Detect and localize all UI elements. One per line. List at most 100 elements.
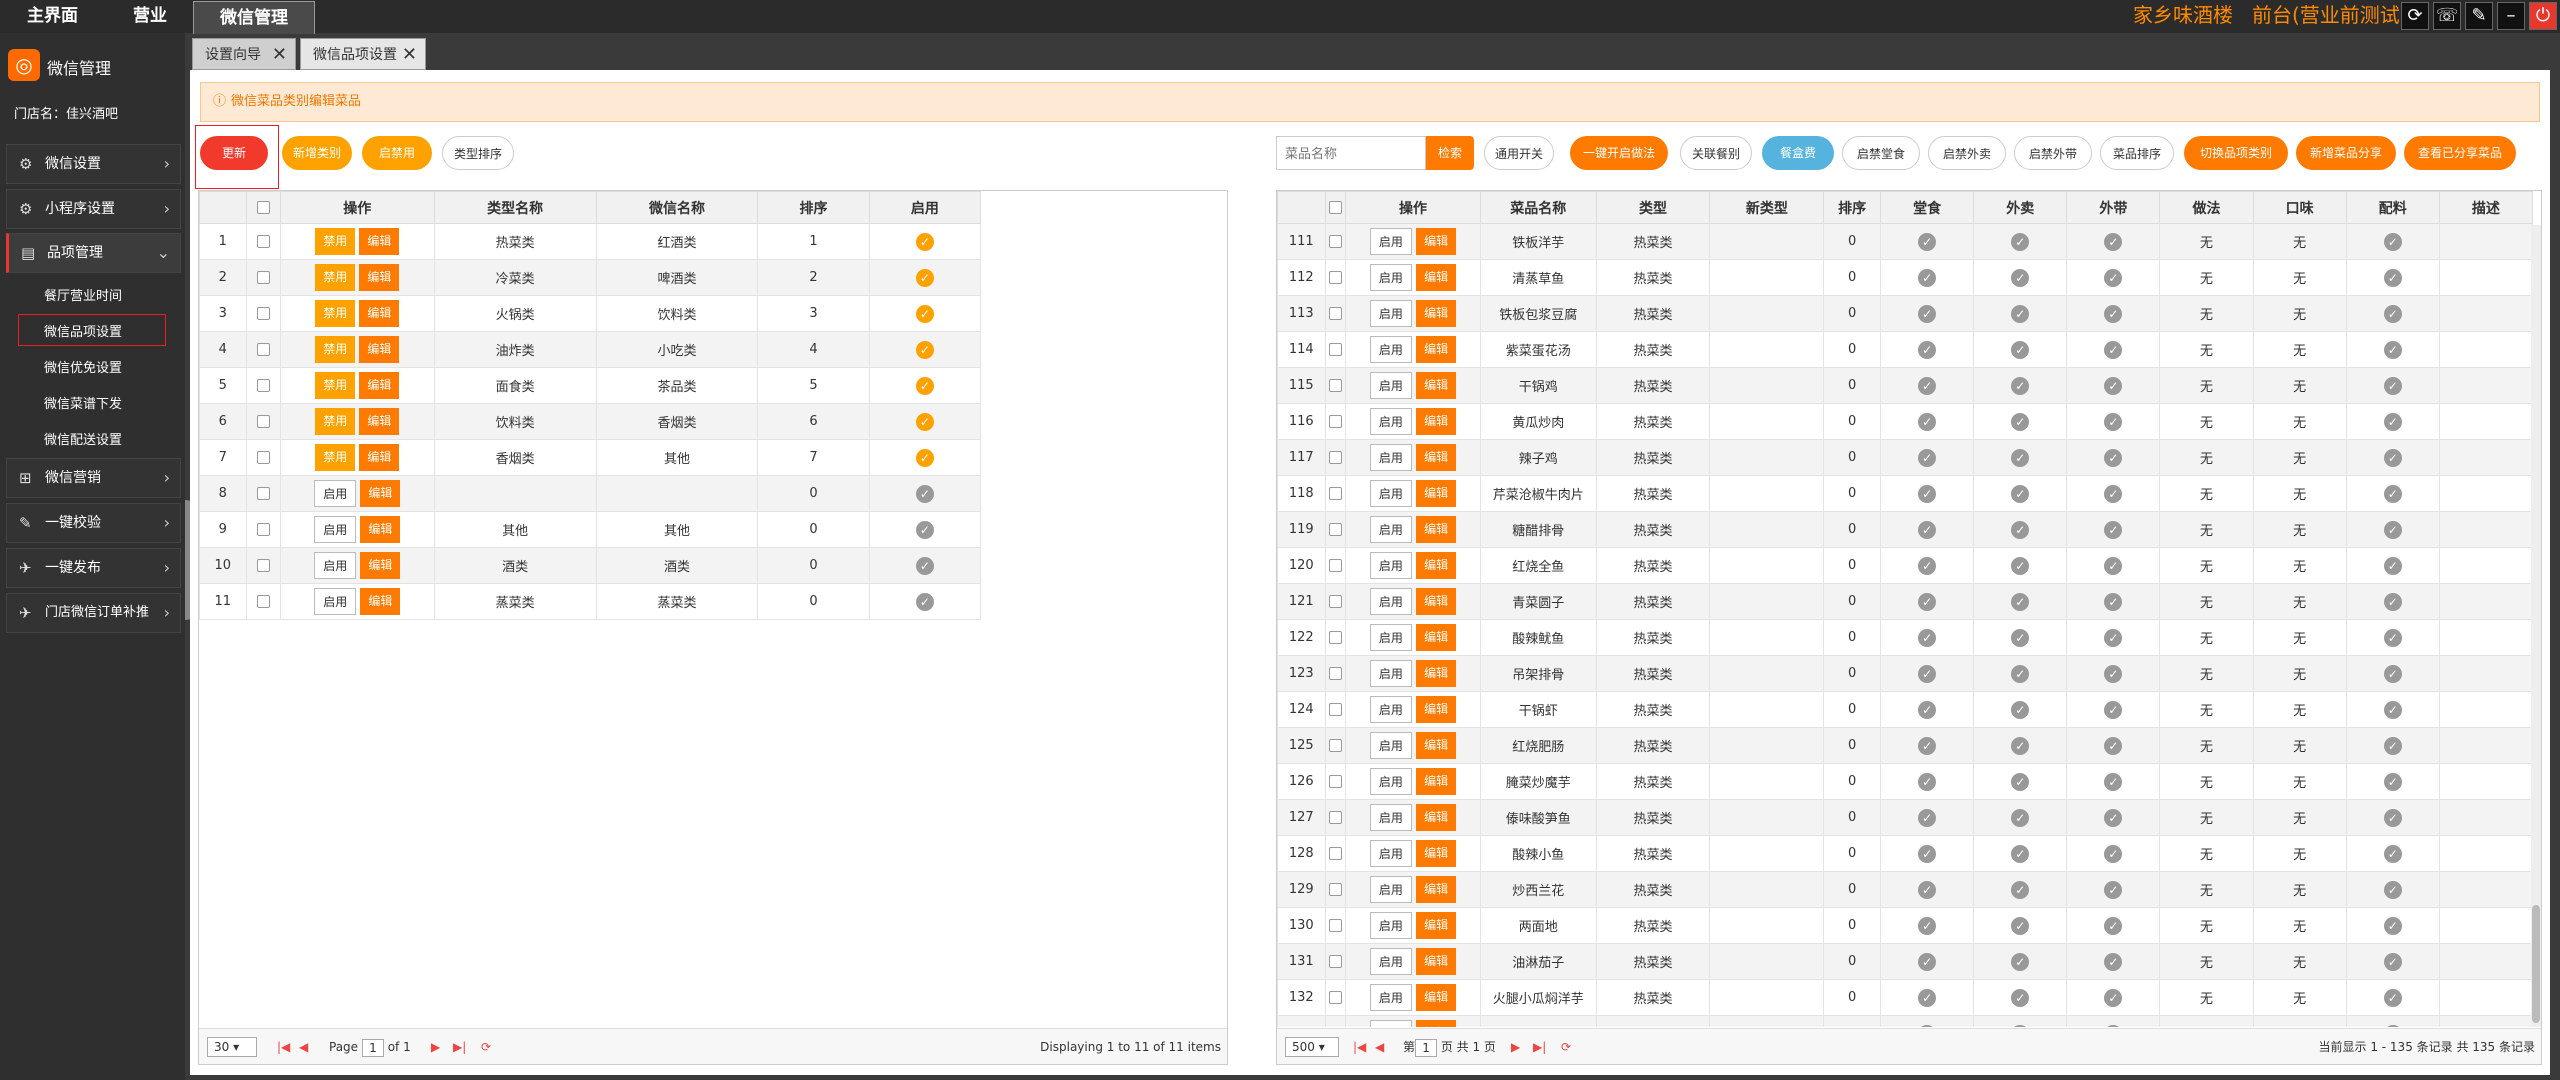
- disable-button[interactable]: 禁用: [315, 336, 356, 363]
- check-circle-icon[interactable]: ✓: [2011, 232, 2030, 251]
- refresh-icon[interactable]: ⟳: [2401, 2, 2429, 30]
- check-circle-icon[interactable]: ✓: [2383, 1024, 2402, 1027]
- check-circle-icon[interactable]: ✓: [2383, 952, 2402, 971]
- check-circle-icon[interactable]: ✓: [1918, 376, 1937, 395]
- enable-button[interactable]: 启用: [1369, 336, 1412, 363]
- check-circle-icon[interactable]: ✓: [2383, 376, 2402, 395]
- edit-button[interactable]: 编辑: [1416, 840, 1457, 867]
- check-circle-icon[interactable]: ✓: [2011, 340, 2030, 359]
- row-checkbox[interactable]: [1328, 775, 1342, 788]
- enable-button[interactable]: 启用: [1369, 264, 1412, 291]
- minimize-icon[interactable]: –: [2497, 2, 2525, 30]
- enable-button[interactable]: 启用: [1369, 876, 1412, 903]
- check-circle-icon[interactable]: ✓: [1918, 412, 1937, 431]
- edit-button[interactable]: 编辑: [1416, 264, 1457, 291]
- select-all-checkbox[interactable]: [1328, 201, 1342, 214]
- edit-button[interactable]: 编辑: [359, 336, 400, 363]
- edit-button[interactable]: 编辑: [360, 552, 401, 579]
- check-circle-icon[interactable]: ✓: [2104, 232, 2123, 251]
- general-switch-button[interactable]: 通用开关: [1484, 136, 1554, 170]
- check-circle-icon[interactable]: ✓: [1918, 1024, 1937, 1027]
- check-circle-icon[interactable]: ✓: [2383, 448, 2402, 467]
- search-button[interactable]: 检索: [1426, 136, 1474, 170]
- row-checkbox[interactable]: [256, 451, 270, 464]
- box-fee-button[interactable]: 餐盒费: [1762, 136, 1834, 170]
- page-input[interactable]: 1: [1415, 1038, 1438, 1057]
- check-circle-icon[interactable]: ✓: [1918, 808, 1937, 827]
- check-circle-icon[interactable]: ✓: [2011, 952, 2030, 971]
- edit-button[interactable]: 编辑: [1416, 732, 1457, 759]
- row-checkbox[interactable]: [1328, 343, 1342, 356]
- row-checkbox[interactable]: [256, 559, 270, 572]
- check-circle-icon[interactable]: ✓: [2011, 700, 2030, 719]
- check-circle-icon[interactable]: ✓: [2104, 880, 2123, 899]
- close-icon[interactable]: ✕: [402, 39, 417, 71]
- check-circle-icon[interactable]: ✓: [2104, 808, 2123, 827]
- edit-button[interactable]: 编辑: [1416, 228, 1457, 255]
- check-circle-icon[interactable]: ✓: [1918, 952, 1937, 971]
- check-circle-icon[interactable]: ✓: [2383, 484, 2402, 503]
- sidebar-sub-discount[interactable]: 微信优免设置: [44, 357, 122, 376]
- disable-button[interactable]: 禁用: [315, 228, 356, 255]
- check-circle-icon[interactable]: ✓: [2104, 736, 2123, 755]
- enable-button[interactable]: 启用: [1369, 696, 1412, 723]
- sidebar-item-publish[interactable]: ✈ 一键发布 ›: [6, 548, 181, 588]
- check-circle-icon[interactable]: ✓: [2104, 988, 2123, 1007]
- check-circle-icon[interactable]: ✓: [2104, 664, 2123, 683]
- row-checkbox[interactable]: [1328, 703, 1342, 716]
- row-checkbox[interactable]: [1328, 919, 1342, 932]
- sidebar-item-marketing[interactable]: ⊞ 微信营销 ›: [6, 458, 181, 498]
- sidebar-item-order-push[interactable]: ✈ 门店微信订单补推 ›: [6, 593, 181, 633]
- enable-button[interactable]: 启用: [314, 552, 357, 579]
- check-circle-icon[interactable]: ✓: [915, 412, 934, 431]
- edit-button[interactable]: 编辑: [1416, 1020, 1457, 1027]
- scrollbar-thumb[interactable]: [2532, 905, 2540, 1023]
- check-circle-icon[interactable]: ✓: [2383, 736, 2402, 755]
- check-circle-icon[interactable]: ✓: [1918, 844, 1937, 863]
- check-circle-icon[interactable]: ✓: [1918, 880, 1937, 899]
- enable-button[interactable]: 启用: [314, 480, 357, 507]
- check-circle-icon[interactable]: ✓: [1918, 592, 1937, 611]
- select-all-checkbox[interactable]: [256, 201, 270, 214]
- row-checkbox[interactable]: [1328, 991, 1342, 1004]
- check-circle-icon[interactable]: ✓: [1918, 556, 1937, 575]
- sidebar-item-product-management[interactable]: ▤ 品项管理 ⌄: [6, 233, 181, 273]
- edit-button[interactable]: 编辑: [1416, 480, 1457, 507]
- prev-page-icon[interactable]: ◀: [1375, 1029, 1384, 1064]
- check-circle-icon[interactable]: ✓: [2383, 628, 2402, 647]
- row-checkbox[interactable]: [1328, 235, 1342, 248]
- enable-button[interactable]: 启用: [1369, 516, 1412, 543]
- row-checkbox[interactable]: [256, 343, 270, 356]
- enable-methods-button[interactable]: 一键开启做法: [1570, 136, 1668, 170]
- check-circle-icon[interactable]: ✓: [1918, 520, 1937, 539]
- row-checkbox[interactable]: [256, 415, 270, 428]
- row-checkbox[interactable]: [256, 523, 270, 536]
- edit-button[interactable]: 编辑: [1416, 552, 1457, 579]
- edit-button[interactable]: 编辑: [1416, 408, 1457, 435]
- edit-button[interactable]: 编辑: [1416, 516, 1457, 543]
- add-share-button[interactable]: 新增菜品分享: [2296, 136, 2396, 170]
- enable-button[interactable]: 启用: [1369, 624, 1412, 651]
- check-circle-icon[interactable]: ✓: [2383, 556, 2402, 575]
- enable-button[interactable]: 启用: [1369, 840, 1412, 867]
- edit-button[interactable]: 编辑: [360, 588, 401, 615]
- check-circle-icon[interactable]: ✓: [1918, 448, 1937, 467]
- disable-button[interactable]: 禁用: [315, 264, 356, 291]
- check-circle-icon[interactable]: ✓: [2104, 700, 2123, 719]
- edit-button[interactable]: 编辑: [1416, 372, 1457, 399]
- row-checkbox[interactable]: [1328, 955, 1342, 968]
- enable-button[interactable]: 启用: [1369, 768, 1412, 795]
- page-size-select[interactable]: 500 ▾: [1285, 1037, 1339, 1057]
- dish-sort-button[interactable]: 菜品排序: [2100, 136, 2174, 170]
- check-circle-icon[interactable]: ✓: [915, 304, 934, 323]
- prev-page-icon[interactable]: ◀: [299, 1029, 308, 1065]
- check-circle-icon[interactable]: ✓: [2011, 736, 2030, 755]
- toggle-dinein-button[interactable]: 启禁堂食: [1842, 136, 1920, 170]
- row-checkbox[interactable]: [1328, 847, 1342, 860]
- edit-button[interactable]: 编辑: [1416, 624, 1457, 651]
- page-input[interactable]: 1: [361, 1038, 384, 1057]
- check-circle-icon[interactable]: ✓: [2383, 520, 2402, 539]
- check-circle-icon[interactable]: ✓: [2383, 592, 2402, 611]
- check-circle-icon[interactable]: ✓: [2104, 376, 2123, 395]
- category-sort-button[interactable]: 类型排序: [442, 136, 514, 170]
